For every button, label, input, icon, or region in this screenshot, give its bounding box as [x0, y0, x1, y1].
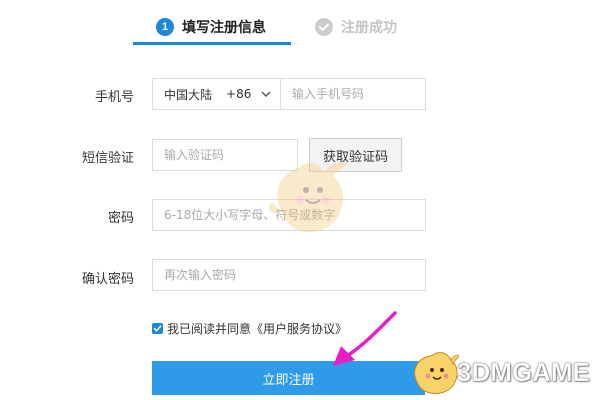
check-circle-icon — [315, 18, 333, 36]
phone-field-group: 中国大陆 +86 — [152, 78, 426, 110]
confirm-password-field — [152, 259, 426, 291]
phone-label: 手机号 — [94, 90, 134, 105]
phone-input-wrap — [281, 79, 425, 109]
sms-field — [152, 139, 298, 171]
active-step-indicator — [133, 42, 291, 45]
register-button[interactable]: 立即注册 — [152, 361, 425, 395]
confirm-password-input[interactable] — [153, 260, 425, 290]
chevron-down-icon — [261, 91, 271, 97]
phone-input[interactable] — [281, 79, 425, 109]
region-name: 中国大陆 — [164, 87, 213, 102]
step-number-badge: 1 — [156, 18, 174, 36]
register-page: 1 填写注册信息 注册成功 手机号 中国大陆 +86 短信验证 — [0, 0, 600, 400]
agreement-row: 我已阅读并同意 《用户服务协议》 — [152, 320, 347, 336]
region-code: +86 — [226, 87, 252, 101]
password-field — [152, 199, 426, 231]
step-success: 注册成功 — [315, 14, 397, 40]
brand-logo: 3DMGAME — [405, 348, 590, 396]
region-select[interactable]: 中国大陆 +86 — [153, 79, 281, 109]
confirm-password-label: 确认密码 — [81, 272, 134, 287]
step-fill-info: 1 填写注册信息 — [156, 14, 266, 40]
brand-logo-text: 3DMGAME — [457, 356, 590, 387]
checkbox-checked-icon[interactable] — [152, 322, 163, 334]
sms-code-input[interactable] — [153, 140, 297, 170]
step-label: 填写注册信息 — [182, 20, 266, 36]
sms-label: 短信验证 — [81, 151, 134, 166]
step-label: 注册成功 — [341, 20, 397, 36]
password-input[interactable] — [153, 200, 425, 230]
user-agreement-link[interactable]: 《用户服务协议》 — [251, 320, 347, 337]
agreement-text: 我已阅读并同意 — [167, 321, 252, 336]
password-label: 密码 — [107, 211, 134, 226]
get-code-button[interactable]: 获取验证码 — [309, 138, 402, 172]
